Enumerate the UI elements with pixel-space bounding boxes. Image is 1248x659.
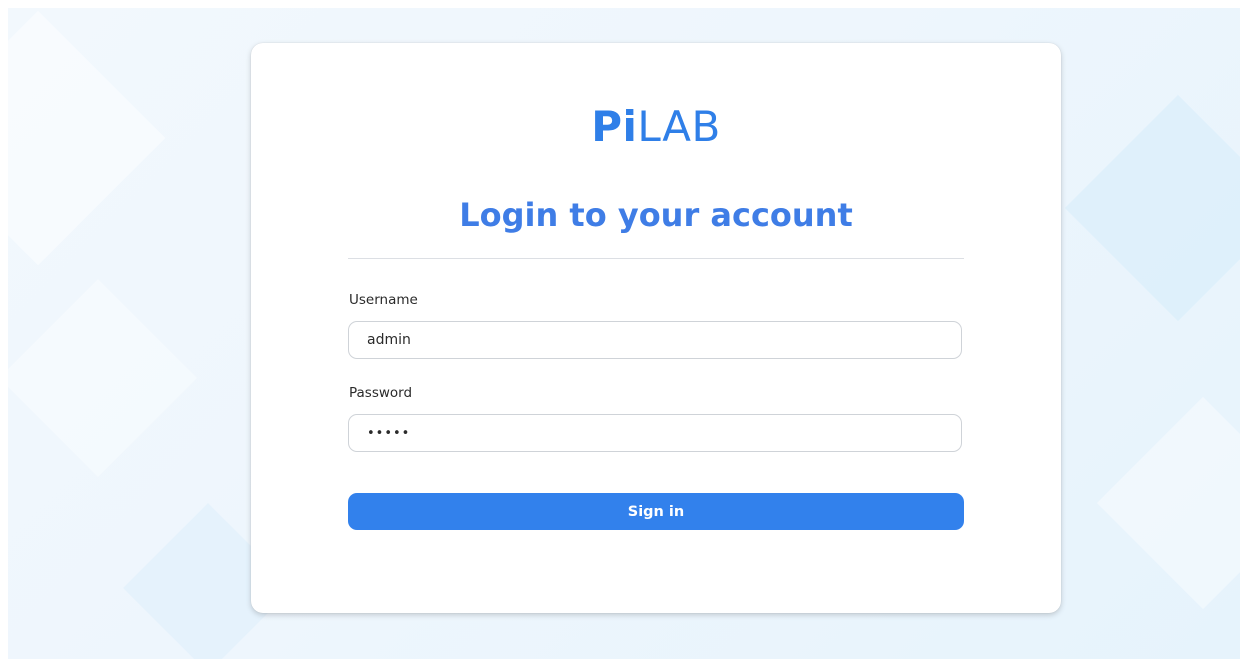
username-value: admin (367, 332, 411, 348)
logo-bold-text: Pi (591, 102, 638, 151)
page-title: Login to your account (459, 196, 853, 234)
background-shape (8, 10, 166, 266)
page-background: PiLAB Login to your account Username adm… (8, 8, 1240, 659)
sign-in-button[interactable]: Sign in (348, 493, 964, 530)
logo-light-text: LAB (637, 102, 721, 151)
login-card: PiLAB Login to your account Username adm… (251, 43, 1061, 613)
username-label: Username (349, 292, 418, 308)
divider (348, 258, 964, 259)
sign-in-label: Sign in (627, 503, 685, 520)
username-input[interactable]: admin (348, 321, 962, 359)
password-label: Password (349, 385, 413, 401)
password-value: ••••• (367, 425, 411, 441)
password-input[interactable]: ••••• (348, 414, 962, 452)
brand-logo: PiLAB (251, 101, 1061, 153)
background-shape (1064, 94, 1240, 322)
background-shape (8, 279, 197, 477)
background-shape (1096, 396, 1240, 610)
